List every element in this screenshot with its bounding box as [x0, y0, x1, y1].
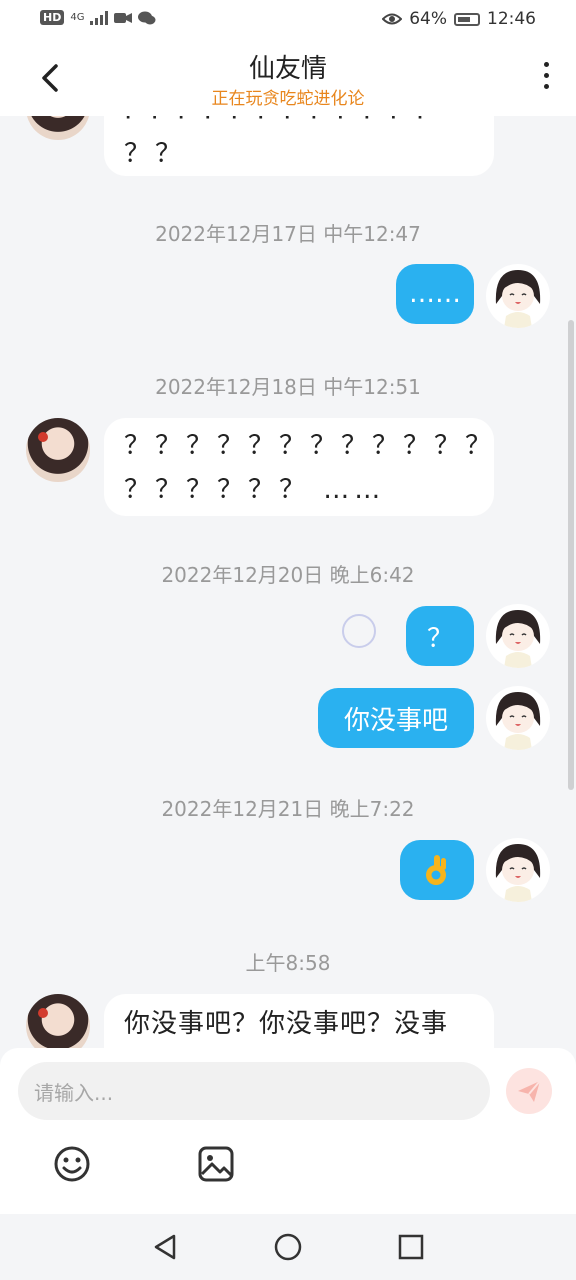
- status-bar: HD 4G 64% 12:46: [0, 0, 576, 40]
- battery-percent: 64%: [409, 9, 447, 29]
- chat-subtitle: 正在玩贪吃蛇进化论: [211, 89, 365, 109]
- scrollbar[interactable]: [568, 320, 574, 790]
- network-label: 4G: [70, 12, 85, 23]
- sending-indicator: [342, 614, 376, 648]
- avatar-image: [495, 270, 541, 328]
- timestamp: 2022年12月18日 中午12:51: [155, 375, 421, 399]
- message-text: ？？: [124, 139, 187, 169]
- timestamp: 2022年12月21日 晚上7:22: [161, 797, 415, 821]
- signal-icon: [90, 10, 109, 25]
- avatar-image: [495, 844, 541, 902]
- avatar[interactable]: [486, 686, 550, 750]
- incoming-message[interactable]: · · · · · · · · · · · · ？？: [104, 116, 494, 176]
- outgoing-message[interactable]: ……: [396, 264, 474, 324]
- eye-icon: [382, 13, 403, 25]
- avatar[interactable]: [486, 264, 550, 328]
- nav-recent-icon[interactable]: [396, 1232, 426, 1262]
- message-input[interactable]: 请输入...: [18, 1062, 490, 1120]
- image-icon[interactable]: [196, 1144, 236, 1184]
- input-placeholder: 请输入...: [34, 1080, 114, 1105]
- message-text: 你没事吧？你没事吧？没事: [124, 1009, 449, 1039]
- hd-badge: HD: [40, 10, 65, 25]
- message-text: ？？？？？？ ……: [124, 475, 386, 505]
- message-text: ？: [426, 623, 453, 654]
- avatar[interactable]: [26, 994, 90, 1048]
- send-icon: [518, 1080, 541, 1102]
- incoming-message[interactable]: 你没事吧？你没事吧？没事: [104, 994, 494, 1048]
- message-text: 你没事吧: [343, 705, 448, 736]
- nav-back-icon[interactable]: [150, 1232, 180, 1262]
- outgoing-message[interactable]: [400, 840, 474, 900]
- avatar-image: [495, 692, 541, 750]
- message-text: · · · · · · · · · · · ·: [124, 116, 430, 133]
- wechat-icon: [138, 11, 156, 24]
- avatar[interactable]: [486, 604, 550, 668]
- message-text: ？？？？？？？？？？？？: [124, 431, 497, 461]
- emoji-icon[interactable]: [52, 1144, 92, 1184]
- more-vertical-icon[interactable]: [540, 62, 552, 94]
- avatar[interactable]: [486, 838, 550, 902]
- incoming-message[interactable]: ？？？？？？？？？？？？ ？？？？？？ ……: [104, 418, 494, 516]
- system-nav-bar: [0, 1214, 576, 1280]
- message-list[interactable]: · · · · · · · · · · · · ？？ 2022年12月17日 中…: [0, 116, 576, 1048]
- outgoing-message[interactable]: ？: [406, 606, 474, 666]
- status-left: HD 4G: [40, 10, 156, 25]
- status-right: 64% 12:46: [382, 9, 536, 29]
- timestamp: 2022年12月20日 晚上6:42: [161, 563, 415, 587]
- composer: 请输入...: [0, 1048, 576, 1214]
- battery-icon: [454, 12, 480, 26]
- timestamp: 2022年12月17日 中午12:47: [155, 222, 421, 246]
- clock: 12:46: [487, 9, 536, 29]
- chat-header: 仙友情 正在玩贪吃蛇进化论: [0, 40, 576, 116]
- avatar-image: [495, 610, 541, 668]
- avatar[interactable]: [26, 116, 90, 140]
- send-button[interactable]: [506, 1068, 552, 1114]
- video-call-icon: [114, 12, 133, 23]
- nav-home-icon[interactable]: [273, 1232, 303, 1262]
- avatar[interactable]: [26, 418, 90, 482]
- outgoing-message[interactable]: 你没事吧: [318, 688, 474, 748]
- timestamp: 上午8:58: [245, 951, 331, 975]
- chat-title: 仙友情: [248, 54, 327, 84]
- ok-hand-emoji-icon: [426, 855, 446, 885]
- message-text: ……: [409, 279, 461, 309]
